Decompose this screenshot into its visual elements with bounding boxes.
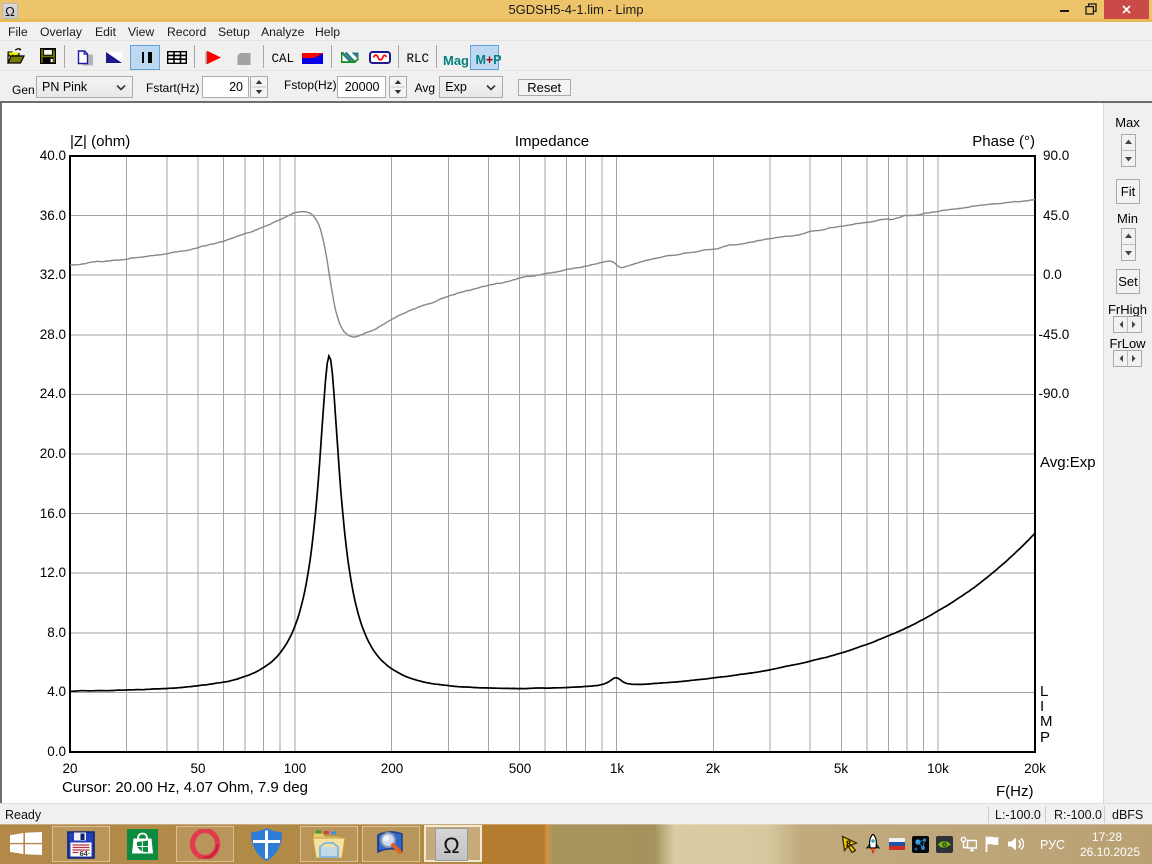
svg-text:64·: 64· (80, 849, 91, 858)
svg-text:8: 8 (846, 839, 851, 849)
